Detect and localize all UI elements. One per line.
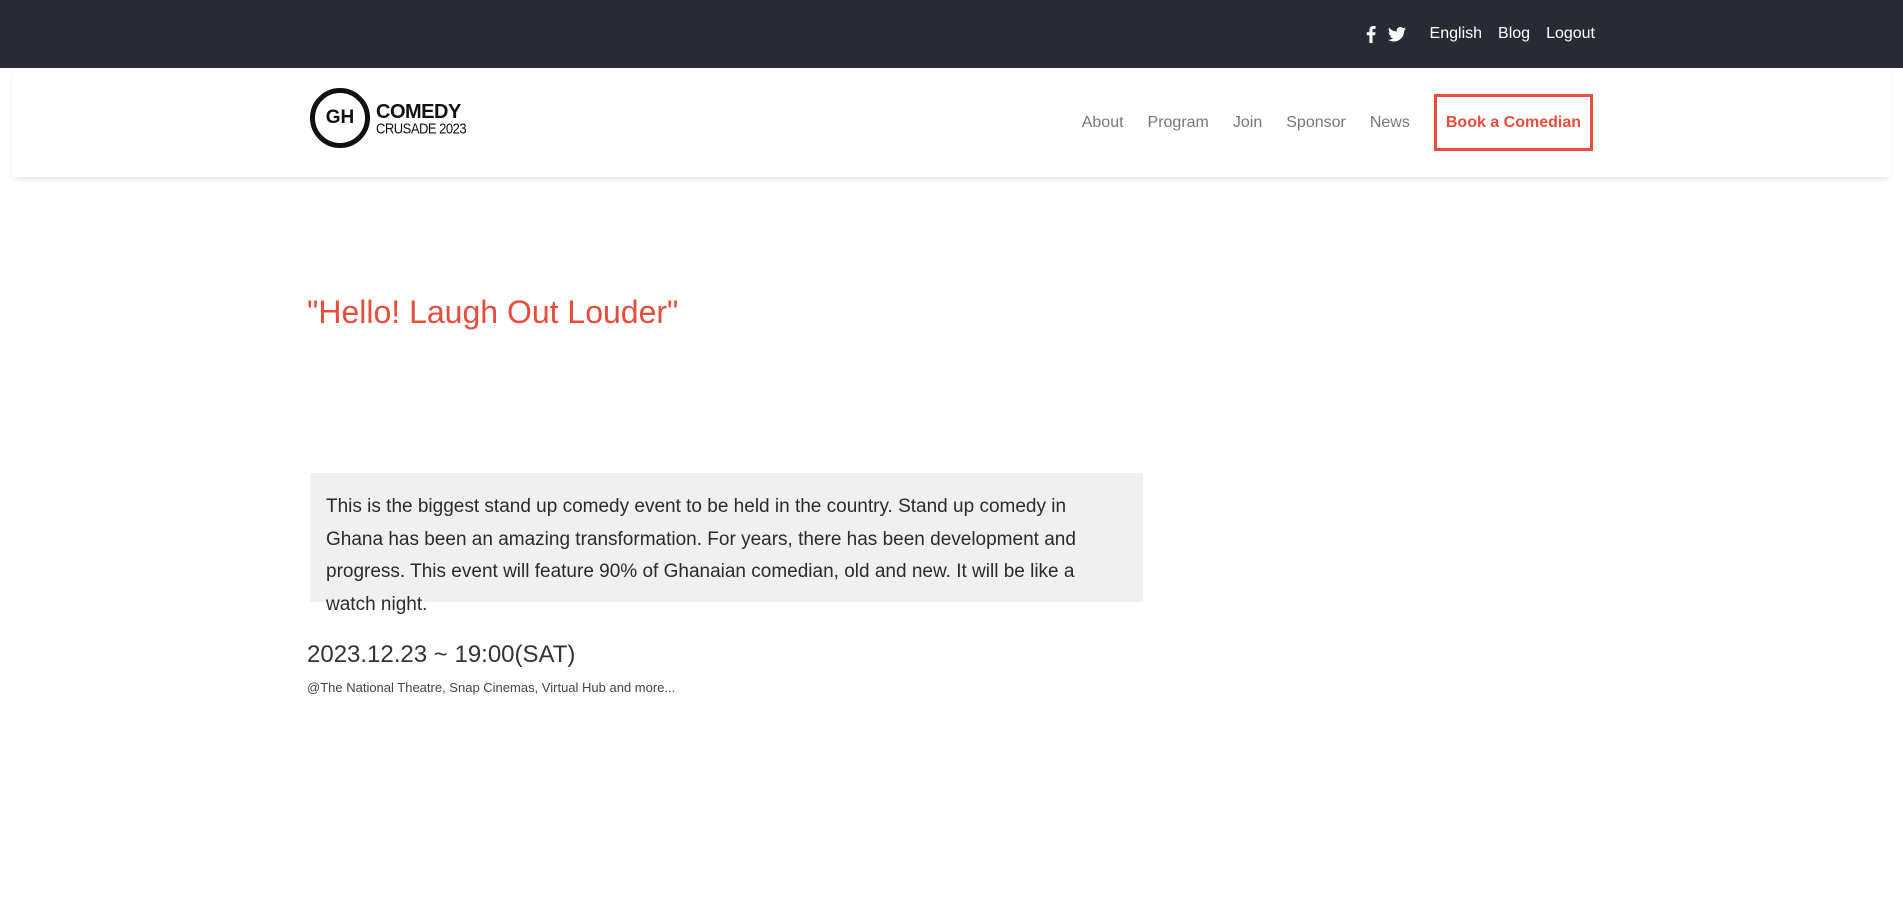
primary-nav: About Program Join Sponsor News Book a C… <box>1082 94 1593 151</box>
logo-wordmark: COMEDY CRUSADE 2023 <box>376 100 467 137</box>
social-links <box>1366 25 1414 43</box>
site-logo[interactable]: GH COMEDY CRUSADE 2023 <box>310 88 467 148</box>
event-datetime: 2023.12.23 ~ 19:00(SAT) <box>307 641 576 668</box>
facebook-icon[interactable] <box>1366 25 1376 43</box>
event-description: This is the biggest stand up comedy even… <box>310 473 1143 615</box>
nav-item-join[interactable]: Join <box>1233 114 1262 132</box>
event-venue: @The National Theatre, Snap Cinemas, Vir… <box>307 680 676 695</box>
logout-link[interactable]: Logout <box>1546 25 1595 43</box>
nav-item-sponsor[interactable]: Sponsor <box>1286 114 1346 132</box>
language-link[interactable]: English <box>1430 25 1482 43</box>
logo-mark: GH <box>310 88 370 148</box>
top-bar: English Blog Logout <box>0 0 1903 68</box>
logo-line-2: CRUSADE 2023 <box>376 119 467 137</box>
book-comedian-button[interactable]: Book a Comedian <box>1433 94 1593 151</box>
twitter-icon[interactable] <box>1387 26 1406 42</box>
main-navbar: GH COMEDY CRUSADE 2023 About Program Joi… <box>12 68 1891 177</box>
nav-item-about[interactable]: About <box>1082 114 1124 132</box>
hero-title: "Hello! Laugh Out Louder" <box>307 294 679 330</box>
top-bar-links: English Blog Logout <box>1366 0 1595 68</box>
blog-link[interactable]: Blog <box>1498 25 1530 43</box>
nav-item-news[interactable]: News <box>1370 114 1410 132</box>
logo-line-1: COMEDY <box>376 100 461 123</box>
nav-item-program[interactable]: Program <box>1148 114 1209 132</box>
